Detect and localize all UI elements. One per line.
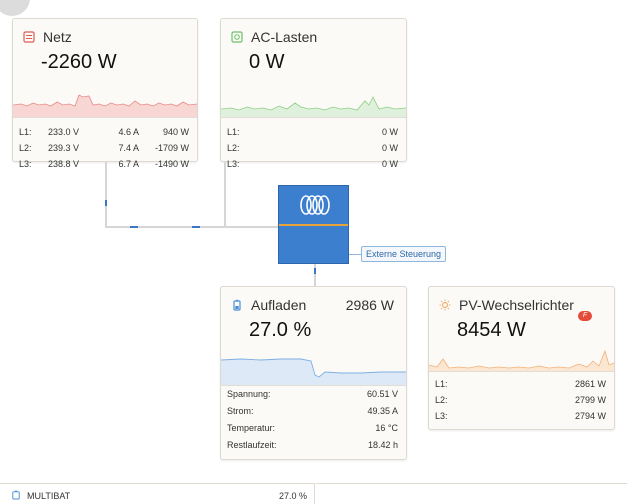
pv-phase-l3: L3: 2794 W <box>435 411 606 421</box>
battery-remaining-time-row: Restlaufzeit: 18.42 h <box>227 440 398 450</box>
inverter-status-line <box>279 224 348 226</box>
ac-loads-card[interactable]: AC-Lasten 0 W L1: 0 W L2: 0 W L3: 0 W <box>220 18 407 169</box>
ac-loads-phase-l3: L3: 0 W <box>227 159 398 169</box>
grid-title: Netz <box>43 29 72 45</box>
grid-card[interactable]: Netz -2260 W L1: 233.0 V 4.6 A 940 W L2:… <box>12 18 198 169</box>
battery-power-value: 2986 W <box>345 297 394 313</box>
ac-loads-icon <box>231 31 243 43</box>
battery-card[interactable]: Aufladen 2986 W 27.0 % Spannung: 60.51 V… <box>220 286 407 460</box>
inverter-block[interactable] <box>278 185 349 264</box>
external-control-connector <box>349 254 361 255</box>
ac-loads-title: AC-Lasten <box>251 29 318 45</box>
battery-flow-dot <box>314 268 316 274</box>
grid-flow-dot <box>130 226 138 228</box>
external-control-label[interactable]: Externe Steuerung <box>361 246 447 262</box>
bottom-battery-bar[interactable]: MULTIBAT 27.0 % <box>0 483 315 504</box>
pv-inverter-title: PV-Wechselrichter <box>459 297 574 313</box>
grid-wire-vertical <box>105 162 107 228</box>
ac-loads-power-value: 0 W <box>249 51 285 73</box>
battery-sparkline <box>221 358 406 385</box>
pv-phase-l1: L1: 2861 W <box>435 379 606 389</box>
battery-soc-value: 27.0 % <box>249 319 312 341</box>
battery-voltage-row: Spannung: 60.51 V <box>227 389 398 399</box>
pv-phase-l2: L2: 2799 W <box>435 395 606 405</box>
fronius-badge-icon: F <box>578 311 592 321</box>
grid-flow-dot <box>192 226 200 228</box>
ac-loads-phase-l1: L1: 0 W <box>227 127 398 137</box>
grid-phase-l1: L1: 233.0 V 4.6 A 940 W <box>19 127 189 137</box>
pv-inverter-sparkline <box>429 349 614 371</box>
ac-loads-sparkline <box>221 96 406 117</box>
grid-icon <box>23 31 35 43</box>
victron-logo-icon <box>300 195 330 215</box>
battery-temperature-row: Temperatur: 16 °C <box>227 423 398 433</box>
grid-phase-l2: L2: 239.3 V 7.4 A -1709 W <box>19 143 189 153</box>
battery-title: Aufladen <box>251 297 307 313</box>
sun-icon <box>439 299 451 311</box>
pv-inverter-card[interactable]: PV-Wechselrichter 8454 W L1: 2861 W L2: … <box>428 286 615 430</box>
ac-loads-wire-vertical <box>224 162 226 228</box>
pv-inverter-power-value: 8454 W <box>457 319 526 341</box>
grid-phase-l3: L3: 238.8 V 6.7 A -1490 W <box>19 159 189 169</box>
battery-small-icon <box>12 490 20 500</box>
battery-current-row: Strom: 49.35 A <box>227 406 398 416</box>
grid-power-value: -2260 W <box>41 51 117 73</box>
grid-flow-dot <box>105 200 107 206</box>
battery-icon <box>233 299 241 311</box>
top-left-decoration <box>0 0 30 16</box>
bottom-right-panel <box>316 483 627 504</box>
grid-sparkline <box>13 94 197 117</box>
ac-loads-phase-l2: L2: 0 W <box>227 143 398 153</box>
